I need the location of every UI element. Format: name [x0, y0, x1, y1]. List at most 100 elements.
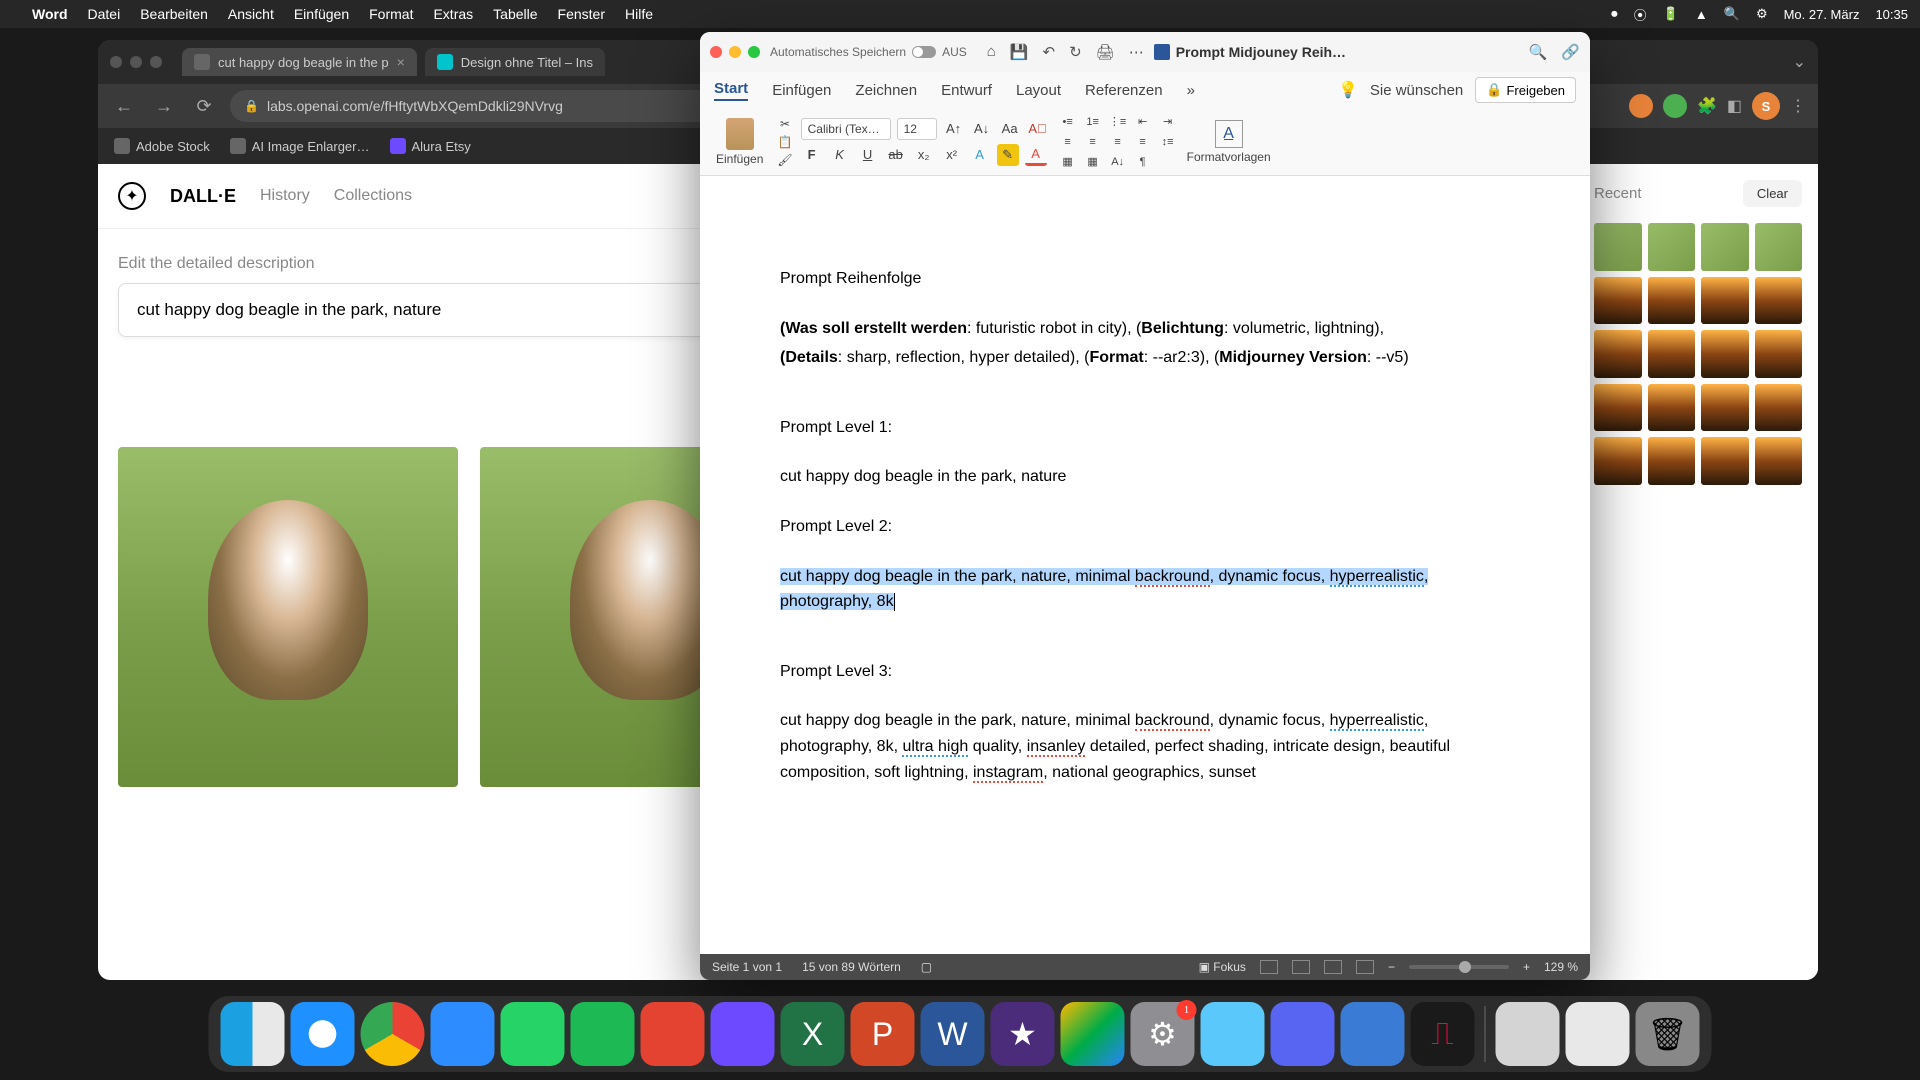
dock-safari[interactable]	[291, 1002, 355, 1066]
view-outline-icon[interactable]	[1324, 960, 1342, 974]
dock-finder[interactable]	[221, 1002, 285, 1066]
recent-thumb[interactable]	[1701, 277, 1749, 325]
tab-start[interactable]: Start	[714, 80, 748, 101]
text-effects-icon[interactable]: A	[969, 144, 991, 166]
extension-icon[interactable]	[1629, 94, 1653, 118]
recent-thumb[interactable]	[1701, 223, 1749, 271]
dock-word[interactable]: W	[921, 1002, 985, 1066]
nav-back-icon[interactable]: ←	[110, 92, 138, 120]
menu-format[interactable]: Format	[369, 6, 413, 22]
menubar-time[interactable]: 10:35	[1875, 7, 1908, 22]
zoom-slider[interactable]	[1409, 965, 1509, 969]
dock-powerpoint[interactable]: P	[851, 1002, 915, 1066]
paste-icon[interactable]	[726, 118, 754, 150]
clear-format-icon[interactable]: A⃠	[1027, 118, 1049, 140]
recent-thumb[interactable]	[1594, 384, 1642, 432]
document-canvas[interactable]: Prompt Reihenfolge (Was soll erstellt we…	[700, 176, 1590, 954]
dock-stickies[interactable]	[1566, 1002, 1630, 1066]
numbering-icon[interactable]: 1≡	[1082, 114, 1104, 130]
show-marks-icon[interactable]: ¶	[1132, 154, 1154, 170]
align-left-icon[interactable]: ≡	[1057, 134, 1079, 150]
recent-thumb[interactable]	[1648, 277, 1696, 325]
nav-history[interactable]: History	[260, 187, 310, 205]
underline-button[interactable]: U	[857, 144, 879, 166]
more-icon[interactable]: ⋯	[1129, 43, 1144, 61]
word-count[interactable]: 15 von 89 Wörtern	[802, 960, 901, 974]
font-color-icon[interactable]: A	[1025, 144, 1047, 166]
font-select[interactable]: Calibri (Tex…	[801, 118, 891, 140]
dock-preview[interactable]	[1496, 1002, 1560, 1066]
zoom-in-icon[interactable]: +	[1523, 960, 1530, 974]
borders-icon[interactable]: ▦	[1082, 154, 1104, 170]
control-center-icon[interactable]: ⚙	[1756, 6, 1768, 22]
document-title[interactable]: Prompt Midjouney Reih…	[1154, 44, 1346, 60]
recent-thumb[interactable]	[1594, 330, 1642, 378]
share-button[interactable]: 🔒Freigeben	[1475, 77, 1576, 103]
dock-audio-app[interactable]: ⎍	[1411, 1002, 1475, 1066]
view-draft-icon[interactable]	[1356, 960, 1374, 974]
dock-imovie[interactable]: ★	[991, 1002, 1055, 1066]
highlight-icon[interactable]: ✎	[997, 144, 1019, 166]
menu-fenster[interactable]: Fenster	[558, 6, 605, 22]
dock-chrome[interactable]	[361, 1002, 425, 1066]
close-tab-icon[interactable]: ×	[397, 54, 405, 70]
dock-app[interactable]	[711, 1002, 775, 1066]
align-right-icon[interactable]: ≡	[1107, 134, 1129, 150]
side-panel-icon[interactable]: ◧	[1727, 96, 1742, 116]
page-content[interactable]: Prompt Reihenfolge (Was soll erstellt we…	[700, 176, 1590, 954]
menu-tabelle[interactable]: Tabelle	[493, 6, 537, 22]
chrome-menu-icon[interactable]: ⋮	[1790, 96, 1806, 116]
menu-hilfe[interactable]: Hilfe	[625, 6, 653, 22]
recent-thumb[interactable]	[1755, 277, 1803, 325]
tab-einfuegen[interactable]: Einfügen	[772, 82, 831, 99]
indent-right-icon[interactable]: ⇥	[1157, 114, 1179, 130]
recent-thumb[interactable]	[1701, 330, 1749, 378]
search-icon[interactable]: 🔍	[1529, 43, 1548, 61]
recent-thumb[interactable]	[1755, 330, 1803, 378]
menu-datei[interactable]: Datei	[88, 6, 121, 22]
recent-thumb[interactable]	[1594, 277, 1642, 325]
cut-icon[interactable]: ✂	[780, 117, 790, 131]
dock-quicktime[interactable]	[1341, 1002, 1405, 1066]
view-print-icon[interactable]	[1260, 960, 1278, 974]
increase-font-icon[interactable]: A↑	[943, 118, 965, 140]
dock-discord[interactable]	[1271, 1002, 1335, 1066]
recent-thumb[interactable]	[1648, 330, 1696, 378]
multilevel-icon[interactable]: ⋮≡	[1107, 114, 1129, 130]
dock-app[interactable]	[1201, 1002, 1265, 1066]
recent-thumb[interactable]	[1701, 437, 1749, 485]
wifi-icon[interactable]: ▲	[1695, 7, 1708, 22]
undo-icon[interactable]: ↶	[1043, 43, 1056, 61]
dock-whatsapp[interactable]	[501, 1002, 565, 1066]
zoom-out-icon[interactable]: −	[1388, 960, 1395, 974]
language-icon[interactable]: ▢	[921, 960, 932, 974]
browser-tab-canva[interactable]: Design ohne Titel – Ins	[425, 48, 605, 76]
tab-referenzen[interactable]: Referenzen	[1085, 82, 1163, 99]
dock-drive[interactable]	[1061, 1002, 1125, 1066]
window-controls[interactable]	[710, 46, 760, 58]
battery-icon[interactable]: 🔋	[1663, 6, 1679, 22]
recent-thumb[interactable]	[1755, 223, 1803, 271]
sort-icon[interactable]: A↓	[1107, 154, 1129, 170]
nav-collections[interactable]: Collections	[334, 187, 412, 205]
zoom-level[interactable]: 129 %	[1544, 960, 1578, 974]
save-icon[interactable]: 💾	[1010, 43, 1029, 61]
format-painter-icon[interactable]: 🖌	[777, 153, 792, 167]
indent-left-icon[interactable]: ⇤	[1132, 114, 1154, 130]
dock-spotify[interactable]	[571, 1002, 635, 1066]
subscript-button[interactable]: x₂	[913, 144, 935, 166]
bold-button[interactable]: F	[801, 144, 823, 166]
decrease-font-icon[interactable]: A↓	[971, 118, 993, 140]
tab-entwurf[interactable]: Entwurf	[941, 82, 992, 99]
recent-thumb[interactable]	[1594, 223, 1642, 271]
italic-button[interactable]: K	[829, 144, 851, 166]
playback-icon[interactable]: ⦿	[1634, 5, 1647, 24]
app-name[interactable]: Word	[32, 6, 68, 22]
dock-todoist[interactable]	[641, 1002, 705, 1066]
font-size-select[interactable]: 12	[897, 118, 937, 140]
menu-ansicht[interactable]: Ansicht	[228, 6, 274, 22]
align-center-icon[interactable]: ≡	[1082, 134, 1104, 150]
openai-logo-icon[interactable]: ✦	[118, 182, 146, 210]
recent-thumb[interactable]	[1648, 384, 1696, 432]
clear-button[interactable]: Clear	[1743, 180, 1802, 207]
